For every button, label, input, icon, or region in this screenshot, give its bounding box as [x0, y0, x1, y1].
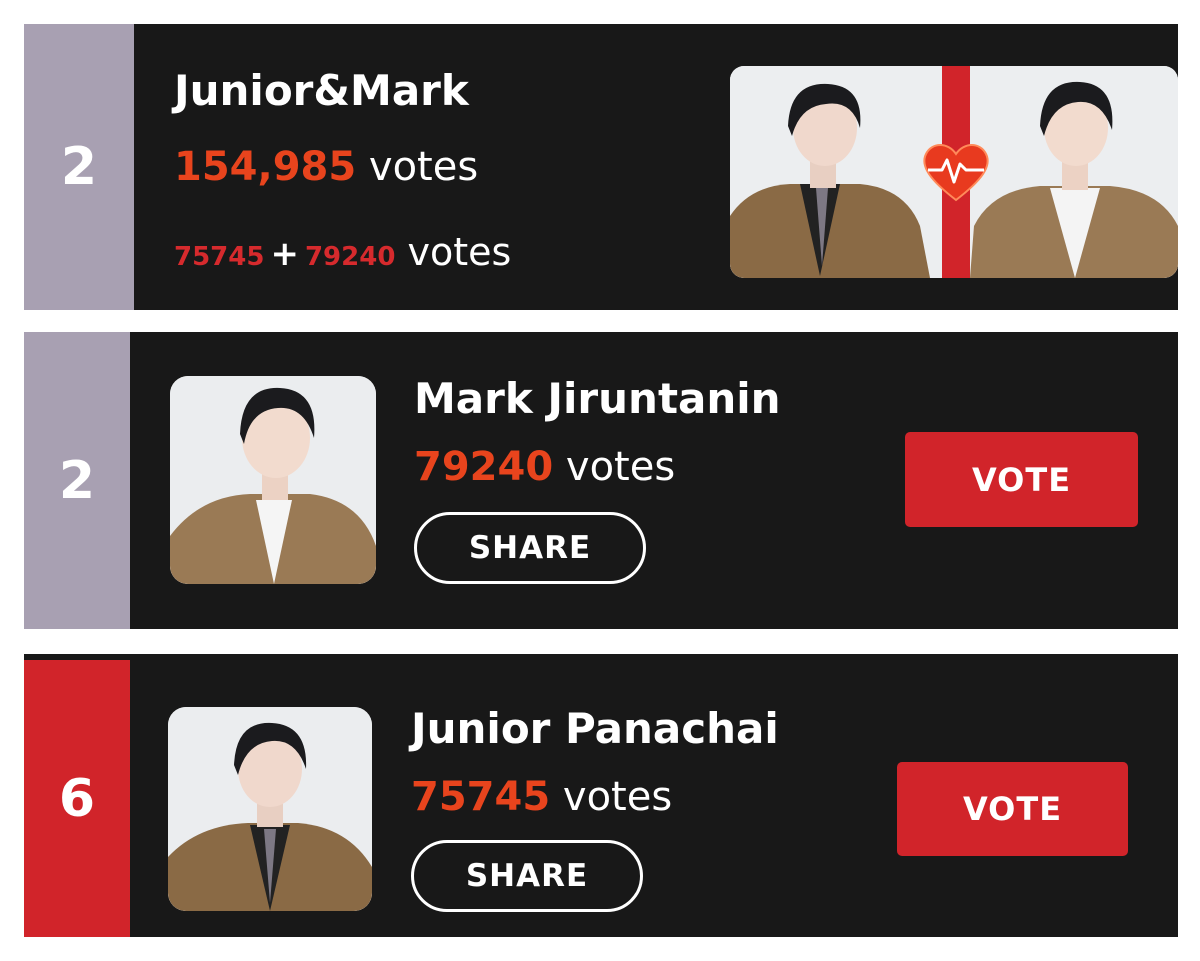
votes-breakdown: 75745 +79240 votes: [174, 230, 511, 274]
candidate-photo: [168, 707, 372, 911]
vote-count-number: 75745: [411, 774, 551, 820]
vote-count-number: 79240: [414, 444, 554, 490]
couple-photo-illustration: [730, 66, 1178, 278]
candidate-name: Junior Panachai: [411, 704, 779, 753]
candidate-photo: [170, 376, 376, 584]
share-button[interactable]: SHARE: [414, 512, 646, 584]
ranking-card-couple: 2 Junior&Mark 154,985 votes 75745 +79240 …: [24, 24, 1178, 310]
rank-number: 2: [60, 137, 98, 197]
part-b-votes: 79240: [304, 242, 396, 272]
total-votes-number: 154,985: [174, 144, 357, 190]
total-votes: 154,985 votes: [174, 144, 478, 190]
candidate-name: Mark Jiruntanin: [414, 374, 781, 423]
rank-badge: 2: [24, 332, 130, 629]
vote-count: 79240 votes: [414, 444, 675, 490]
couple-photo: [730, 66, 1178, 278]
vote-button[interactable]: VOTE: [897, 762, 1128, 856]
votes-label: votes: [368, 144, 479, 190]
plus-sign: +: [270, 234, 299, 274]
portrait-illustration: [170, 376, 376, 584]
votes-label: votes: [562, 774, 673, 820]
rank-badge: 2: [24, 24, 134, 310]
portrait-illustration: [168, 707, 372, 911]
votes-label: votes: [565, 444, 676, 490]
vote-button[interactable]: VOTE: [905, 432, 1138, 527]
ranking-card-junior: 6 Junior Panachai 75745 votes SHARE VOTE: [24, 654, 1178, 937]
rank-number: 2: [58, 450, 96, 511]
rank-number: 6: [58, 768, 96, 829]
candidate-name: Junior&Mark: [174, 66, 469, 115]
share-button[interactable]: SHARE: [411, 840, 643, 912]
ranking-card-mark: 2 Mark Jiruntanin 79240 votes SHARE VOTE: [24, 332, 1178, 629]
votes-label: votes: [407, 230, 512, 274]
rank-badge: 6: [24, 660, 130, 937]
part-a-votes: 75745: [174, 242, 265, 272]
vote-count: 75745 votes: [411, 774, 672, 820]
